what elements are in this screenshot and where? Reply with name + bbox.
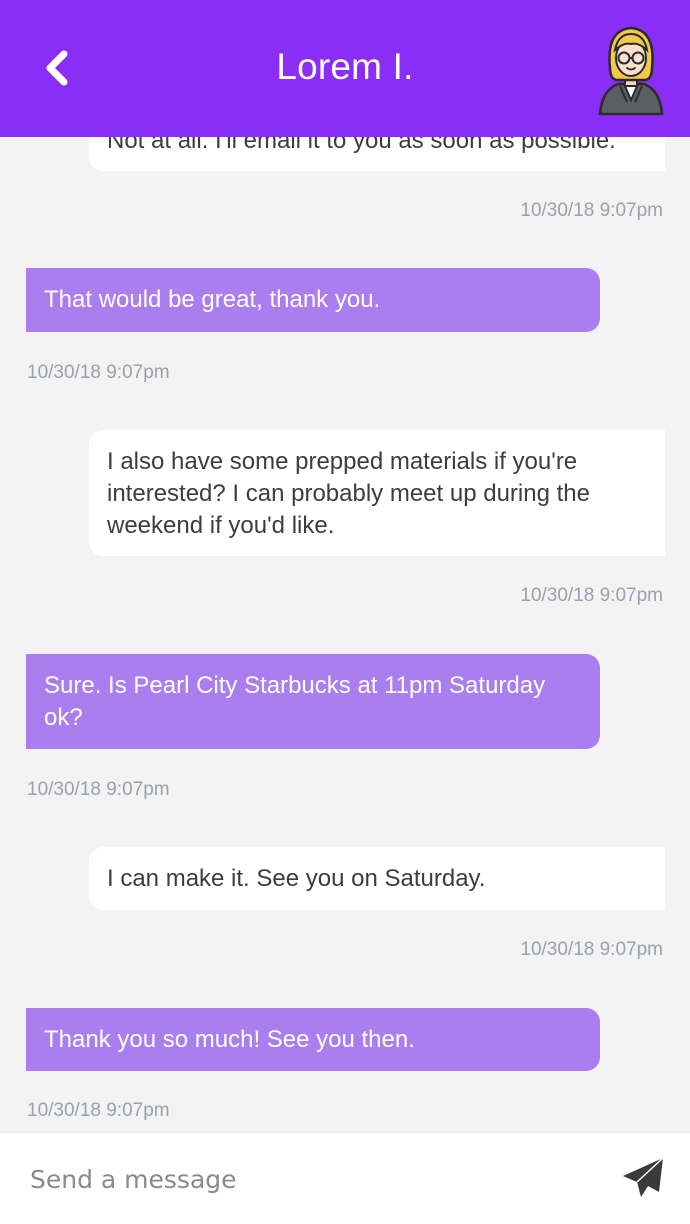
message-timestamp: 10/30/18 9:07pm [27, 362, 170, 383]
message-text: Sure. Is Pearl City Starbucks at 11pm Sa… [44, 672, 546, 731]
chat-screen: Not at all. I'll email it to you as soon… [0, 0, 690, 1224]
message-timestamp: 10/30/18 9:07pm [520, 939, 663, 960]
message-text: That would be great, thank you. [44, 286, 381, 313]
message-bubble-incoming: I also have some prepped materials if yo… [89, 430, 665, 556]
message-timestamp: 10/30/18 9:07pm [27, 1100, 170, 1121]
contact-avatar[interactable] [596, 20, 666, 116]
chat-header: Lorem I. [0, 0, 690, 137]
contact-name: Lorem I. [276, 46, 414, 87]
message-input[interactable] [28, 1155, 592, 1203]
message-bubble-outgoing: Sure. Is Pearl City Starbucks at 11pm Sa… [26, 654, 600, 749]
message-text: Thank you so much! See you then. [44, 1026, 415, 1053]
message-composer [0, 1132, 690, 1224]
send-button[interactable] [620, 1155, 666, 1201]
message-bubble-incoming: I can make it. See you on Saturday. [89, 847, 665, 910]
message-bubble-outgoing: Thank you so much! See you then. [26, 1008, 600, 1071]
message-bubble-outgoing: That would be great, thank you. [26, 268, 600, 332]
message-timestamp: 10/30/18 9:07pm [27, 779, 170, 800]
message-list[interactable]: Not at all. I'll email it to you as soon… [0, 0, 690, 1132]
message-text: I can make it. See you on Saturday. [107, 865, 486, 892]
message-text: I also have some prepped materials if yo… [107, 448, 590, 539]
avatar-icon [598, 26, 664, 116]
message-timestamp: 10/30/18 9:07pm [520, 585, 663, 606]
message-timestamp: 10/30/18 9:07pm [520, 200, 663, 221]
paper-plane-icon [623, 1157, 664, 1197]
